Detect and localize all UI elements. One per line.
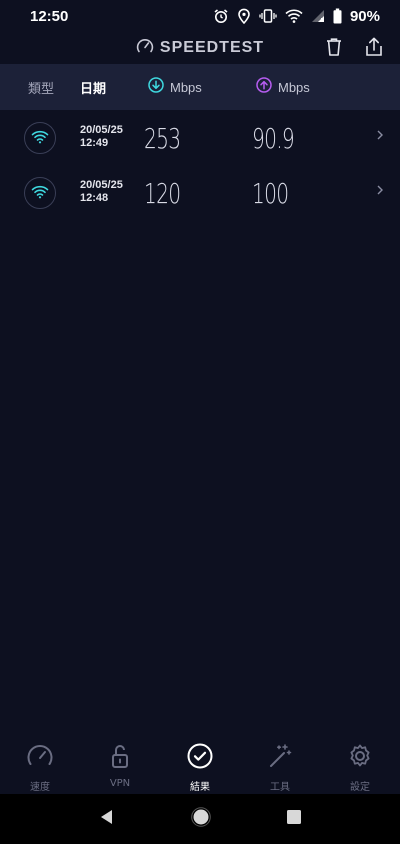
wifi-icon — [31, 129, 49, 148]
tab-label: 速度 — [30, 782, 50, 793]
tab-label: 工具 — [270, 782, 290, 793]
result-datetime: 20/05/25 12:48 — [80, 179, 123, 205]
chevron-right-icon — [376, 129, 384, 145]
chevron-right-icon — [376, 184, 384, 200]
tab-label: 結果 — [190, 782, 210, 793]
upload-arrow-icon — [256, 77, 272, 97]
battery-icon — [333, 8, 342, 24]
trash-icon[interactable] — [324, 36, 344, 62]
column-date[interactable]: 日期 — [80, 78, 106, 97]
brand: SPEEDTEST — [136, 37, 264, 59]
column-upload[interactable]: Mbps — [256, 77, 310, 97]
unlock-icon — [106, 742, 134, 774]
upload-speed: 100 — [252, 177, 289, 210]
gear-icon — [346, 742, 374, 774]
header-actions — [324, 36, 384, 62]
back-icon[interactable] — [98, 808, 116, 830]
location-icon — [237, 8, 251, 24]
signal-icon — [311, 8, 325, 24]
column-download[interactable]: Mbps — [148, 77, 202, 97]
column-type[interactable]: 類型 — [28, 78, 54, 97]
status-bar: 12:50 90% — [0, 0, 400, 32]
download-speed: 253 — [144, 122, 181, 155]
result-datetime: 20/05/25 12:49 — [80, 124, 123, 150]
upload-speed: 90.9 — [252, 122, 295, 155]
app-header: SPEEDTEST — [0, 32, 400, 64]
results-list: 20/05/25 12:49 253 90.9 20/05/25 12:48 1… — [0, 110, 400, 220]
result-date: 20/05/25 — [80, 124, 123, 136]
speedometer-icon — [136, 37, 154, 59]
results-column-header: 類型 日期 Mbps Mbps — [0, 64, 400, 110]
connection-type-badge — [24, 177, 56, 209]
download-unit-label: Mbps — [170, 79, 202, 95]
upload-unit-label: Mbps — [278, 79, 310, 95]
recents-icon[interactable] — [286, 809, 302, 829]
tab-settings[interactable]: 設定 — [330, 742, 390, 793]
app-title: SPEEDTEST — [159, 39, 265, 56]
check-circle-icon — [186, 742, 214, 774]
connection-type-badge — [24, 122, 56, 154]
result-row[interactable]: 20/05/25 12:48 120 100 — [0, 165, 400, 220]
wifi-icon — [285, 8, 303, 24]
result-row[interactable]: 20/05/25 12:49 253 90.9 — [0, 110, 400, 165]
status-icons: 90% — [213, 8, 380, 25]
battery-percent: 90% — [349, 7, 380, 25]
speedometer-icon — [26, 742, 54, 774]
share-icon[interactable] — [364, 36, 384, 62]
alarm-icon — [213, 8, 229, 24]
result-time: 12:48 — [80, 192, 109, 204]
tab-label: VPN — [109, 778, 131, 789]
download-speed: 120 — [144, 177, 181, 210]
magic-wand-icon — [266, 742, 294, 774]
result-time: 12:49 — [80, 137, 109, 149]
tab-results[interactable]: 結果 — [170, 742, 230, 793]
bottom-tab-bar: 速度 VPN 結果 工具 設定 — [0, 738, 400, 794]
tab-tools[interactable]: 工具 — [250, 742, 310, 793]
result-date: 20/05/25 — [80, 179, 123, 191]
home-icon[interactable] — [191, 807, 211, 831]
vibrate-icon — [259, 8, 277, 24]
status-time: 12:50 — [30, 7, 69, 25]
wifi-icon — [31, 184, 49, 203]
system-nav-bar — [0, 794, 400, 844]
tab-label: 設定 — [350, 782, 370, 793]
tab-speed[interactable]: 速度 — [10, 742, 70, 793]
download-arrow-icon — [148, 77, 164, 97]
tab-vpn[interactable]: VPN — [90, 742, 150, 789]
